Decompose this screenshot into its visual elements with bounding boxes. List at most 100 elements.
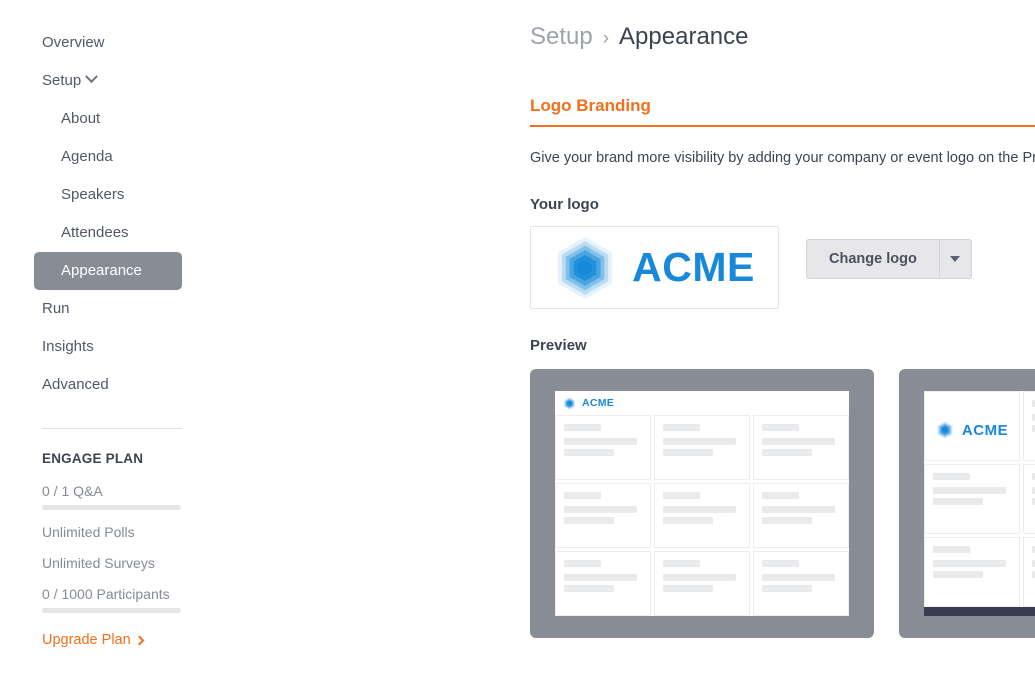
sidebar-item-advanced[interactable]: Advanced [0,366,265,404]
placeholder-line [663,438,737,445]
projector-card-grid: ACME [924,391,1035,607]
plan-row: 0 / 1000 Participants [42,585,182,613]
breadcrumb: Setup › Appearance [530,22,1035,54]
projector-card [924,464,1020,534]
projector-card [924,537,1020,607]
placeholder-line [933,560,1007,567]
placeholder-line [762,492,800,499]
plan-row: Unlimited Polls [42,523,182,541]
placeholder-line [933,487,1007,494]
placeholder-line [564,585,614,592]
projector-footer-bar [924,607,1035,616]
placeholder-line [762,585,812,592]
projector-card [753,415,849,480]
breadcrumb-separator-icon: › [602,28,610,49]
sidebar-item-label: Agenda [61,148,113,165]
projector-card [654,551,750,616]
hexagon-logo-icon [563,397,576,410]
placeholder-line [933,546,971,553]
sidebar-item-agenda[interactable]: Agenda [0,138,265,176]
projector-screen: ACME [924,391,1035,616]
placeholder-line [762,560,800,567]
breadcrumb-parent[interactable]: Setup [530,23,593,50]
sidebar-item-insights[interactable]: Insights [0,328,265,366]
section-title: Logo Branding [530,96,1035,127]
placeholder-line [564,517,614,524]
sidebar-item-label: Insights [42,338,94,355]
placeholder-line [663,506,737,513]
sidebar-nav: Overview Setup About Agenda Speakers Attendee… [0,24,265,404]
placeholder-line [663,517,713,524]
sidebar-item-about[interactable]: About [0,100,265,138]
placeholder-line [762,517,812,524]
sidebar-item-overview[interactable]: Overview [0,24,265,62]
acme-wordmark: ACME [582,397,615,410]
plan-rows: 0 / 1 Q&A Unlimited Polls Unlimited Survey… [42,482,182,613]
placeholder-line [663,560,701,567]
sidebar-item-speakers[interactable]: Speakers [0,176,265,214]
placeholder-line [933,473,971,480]
placeholder-line [663,449,713,456]
placeholder-line [663,585,713,592]
sidebar-divider [42,428,182,429]
sidebar-item-label: Advanced [42,376,109,393]
plan-title: ENGAGE PLAN [42,451,144,466]
placeholder-line [762,424,800,431]
plan-row: 0 / 1 Q&A [42,482,182,510]
placeholder-line [663,424,701,431]
projector-card [555,483,651,548]
projector-card-with-logo: ACME [924,391,1020,461]
projector-card [654,415,750,480]
placeholder-line [663,574,737,581]
logo-row: ACME Change logo [530,226,1035,309]
logo-branding-section: Logo Branding Give your brand more visib… [530,96,1035,638]
current-logo-box: ACME [530,226,779,309]
placeholder-line [564,574,638,581]
preview-logo-in-header[interactable]: ACME [530,369,874,638]
change-logo-button-group: Change logo [806,239,972,279]
acme-wordmark: ACME [632,244,755,290]
plan-usage-bar [42,505,181,510]
app-root: Overview Setup About Agenda Speakers Attendee… [0,0,1035,686]
chevron-right-icon [134,635,145,646]
placeholder-line [762,506,836,513]
placeholder-line [564,560,602,567]
sidebar-item-label: Attendees [61,224,129,241]
projector-card [654,483,750,548]
plan-usage-bar [42,608,181,613]
projector-card [1023,464,1035,534]
acme-logo-lockup: ACME [554,236,755,299]
upgrade-plan-link[interactable]: Upgrade Plan [42,632,182,648]
hexagon-logo-icon [936,421,954,439]
sidebar-item-label: About [61,110,101,127]
placeholder-line [564,506,638,513]
plan-row-label: Unlimited Surveys [42,555,155,571]
sidebar-item-label: Overview [42,34,105,51]
projector-card [753,483,849,548]
preview-label: Preview [530,337,587,354]
change-logo-button[interactable]: Change logo [806,239,939,279]
breadcrumb-current: Appearance [619,23,749,50]
sidebar-item-attendees[interactable]: Attendees [0,214,265,252]
projector-card [753,551,849,616]
chevron-down-icon[interactable] [85,70,99,84]
sidebar-item-appearance[interactable]: Appearance [34,252,182,290]
placeholder-line [564,492,602,499]
placeholder-line [933,498,983,505]
placeholder-line [762,449,812,456]
projector-card [555,551,651,616]
plan-row: Unlimited Surveys [42,554,182,572]
projector-card [1023,537,1035,607]
sidebar-item-label: Run [42,300,70,317]
projector-screen: ACME [555,391,849,616]
plan-panel: ENGAGE PLAN 0 / 1 Q&A Unlimited Polls Unli… [0,451,265,648]
placeholder-line [564,438,638,445]
sidebar-item-run[interactable]: Run [0,290,265,328]
caret-down-icon [950,256,961,262]
change-logo-dropdown-button[interactable] [938,239,972,279]
sidebar-item-label: Setup [42,72,82,89]
section-description: Give your brand more visibility by addin… [530,150,1035,166]
preview-logo-in-first-card[interactable]: ACME [899,369,1035,638]
projector-header: ACME [555,391,849,415]
sidebar-item-setup[interactable]: Setup [0,62,265,100]
